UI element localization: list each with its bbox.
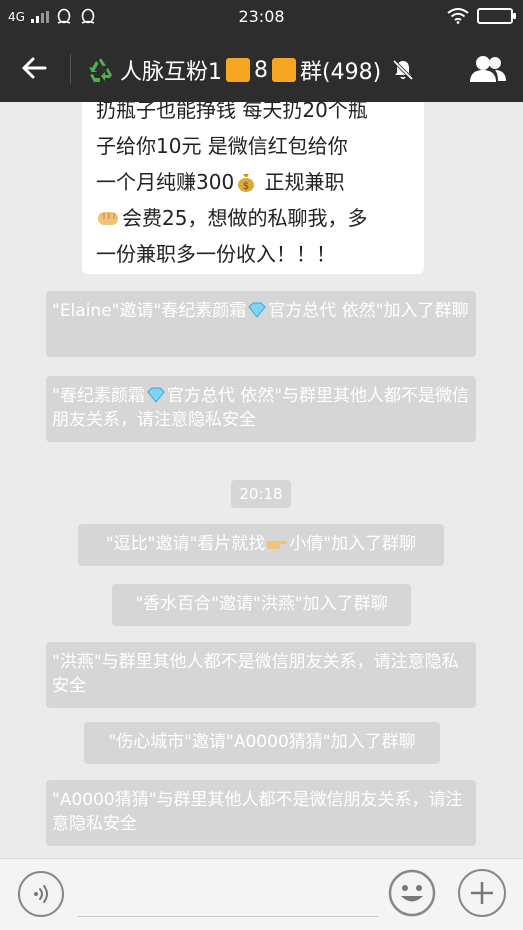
diamond-icon (248, 302, 266, 318)
chat-title-text-1: 人脉互粉1 (120, 60, 222, 85)
chat-title: 人脉互粉1 8 群(498) (86, 54, 415, 86)
message-line-text: 会费25，想做的私聊我，多 (122, 206, 368, 230)
plus-icon (471, 882, 493, 904)
system-message: "香水百合"邀请"洪燕"加入了群聊 (112, 584, 411, 626)
group-members-button[interactable] (467, 52, 509, 86)
system-message-text: 小倩"加入了群聊 (289, 534, 417, 554)
status-right (447, 8, 516, 24)
system-message: "Elaine"邀请"春纪素颜霜 官方总代 依然"加入了群聊 (46, 291, 476, 357)
header-divider (70, 54, 71, 84)
clock: 23:08 (238, 7, 285, 26)
message-line: 一份兼职多一份收入！！！ (96, 242, 336, 266)
message-line-text: 一个月纯赚300 (96, 170, 235, 194)
message-input[interactable] (78, 873, 378, 917)
voice-input-button[interactable] (18, 871, 64, 917)
system-message-text: "伤心城市"邀请"A0000猜猜"加入了群聊 (108, 732, 416, 752)
mute-icon (392, 59, 414, 81)
back-arrow-icon (22, 57, 47, 79)
emoji-button[interactable] (388, 869, 436, 917)
voice-icon (34, 885, 48, 903)
system-message: "洪燕"与群里其他人都不是微信朋友关系，请注意隐私安全 (46, 642, 476, 708)
system-message: "春纪素颜霜 官方总代 依然"与群里其他人都不是微信朋友关系，请注意隐私安全 (46, 376, 476, 442)
system-message: "A0000猜猜"与群里其他人都不是微信朋友关系，请注意隐私安全 (46, 780, 476, 846)
system-message-text: "A0000猜猜"与群里其他人都不是微信朋友关系，请注意隐私安全 (52, 790, 463, 834)
orange-square-icon (272, 58, 296, 82)
chat-title-text-3: 群(498) (300, 60, 382, 85)
back-button[interactable] (14, 50, 54, 86)
wifi-icon (447, 8, 469, 24)
status-bar: 4G 23:08 (0, 0, 523, 34)
message-line: 会费25，想做的私聊我，多 (96, 200, 410, 236)
title-bar: 人脉互粉1 8 群(498) (0, 34, 523, 102)
more-actions-button[interactable] (458, 869, 506, 917)
message-line: 扔瓶子也能挣钱 每天扔20个瓶 (96, 102, 368, 122)
system-message-text: "洪燕"与群里其他人都不是微信朋友关系，请注意隐私安全 (52, 652, 459, 696)
system-message-text: "逗比"邀请"看片就找 (105, 534, 266, 554)
pointing-hand-icon (267, 541, 288, 549)
system-message: "逗比"邀请"看片就找 小倩"加入了群聊 (78, 524, 444, 566)
recycle-icon (89, 58, 112, 82)
system-message-text: "春纪素颜霜 (52, 386, 145, 406)
group-members-icon (470, 56, 506, 82)
smiley-icon (388, 869, 436, 917)
orange-square-icon (226, 58, 250, 82)
input-bar (0, 858, 523, 930)
message-bubble[interactable]: 扔瓶子也能挣钱 每天扔20个瓶 子给你10元 是微信红包给你 一个月纯赚300 $… (82, 102, 424, 274)
message-line: 一个月纯赚300 $ 正规兼职 (96, 164, 410, 200)
chat-title-text-2: 8 (254, 57, 268, 83)
diamond-icon (147, 387, 165, 403)
system-message-text: 官方总代 依然"加入了群聊 (268, 301, 469, 321)
money-bag-icon: $ (238, 174, 255, 192)
fist-icon (98, 212, 118, 225)
timestamp: 20:18 (231, 480, 291, 508)
message-line-text: 正规兼职 (258, 170, 345, 194)
battery-icon (477, 8, 516, 24)
message-line: 子给你10元 是微信红包给你 (96, 134, 348, 158)
svg-text:$: $ (243, 181, 249, 192)
chat-area[interactable]: 扔瓶子也能挣钱 每天扔20个瓶 子给你10元 是微信红包给你 一个月纯赚300 $… (0, 102, 523, 858)
system-message: "伤心城市"邀请"A0000猜猜"加入了群聊 (84, 722, 440, 764)
system-message-text: "香水百合"邀请"洪燕"加入了群聊 (135, 594, 388, 614)
system-message-text: "Elaine"邀请"春纪素颜霜 (52, 301, 247, 321)
